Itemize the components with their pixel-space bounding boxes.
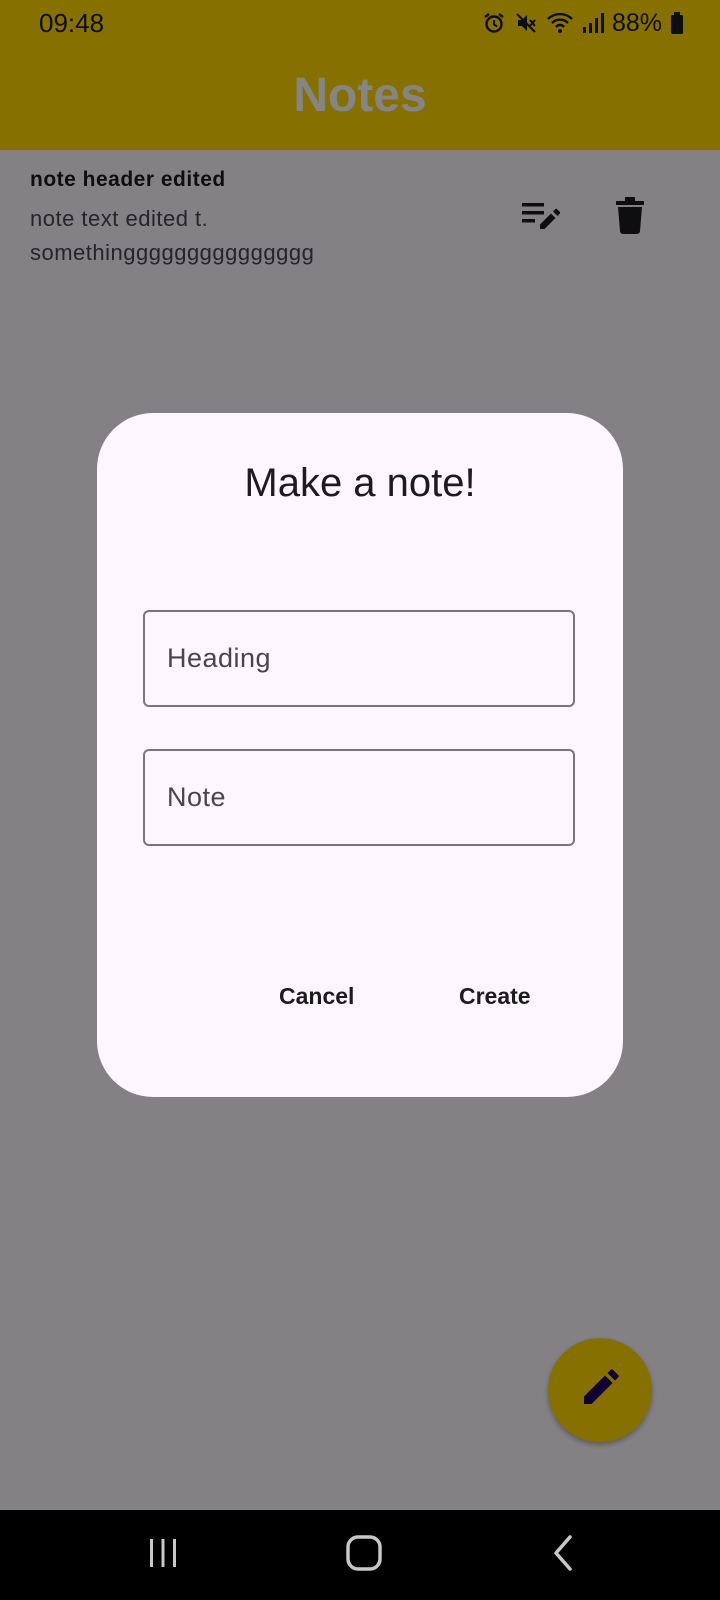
cancel-button[interactable]: Cancel <box>263 973 370 1019</box>
make-note-dialog: Make a note! Cancel Create <box>97 413 623 1097</box>
create-button[interactable]: Create <box>443 973 547 1019</box>
navigation-bar <box>0 1510 720 1600</box>
recents-button[interactable] <box>133 1527 193 1583</box>
heading-input[interactable] <box>143 610 575 707</box>
recents-icon <box>146 1536 180 1575</box>
back-icon <box>548 1534 580 1577</box>
home-button[interactable] <box>334 1527 394 1583</box>
note-input[interactable] <box>143 749 575 846</box>
dialog-title: Make a note! <box>244 461 476 505</box>
back-button[interactable] <box>534 1527 594 1583</box>
home-icon <box>345 1534 383 1577</box>
